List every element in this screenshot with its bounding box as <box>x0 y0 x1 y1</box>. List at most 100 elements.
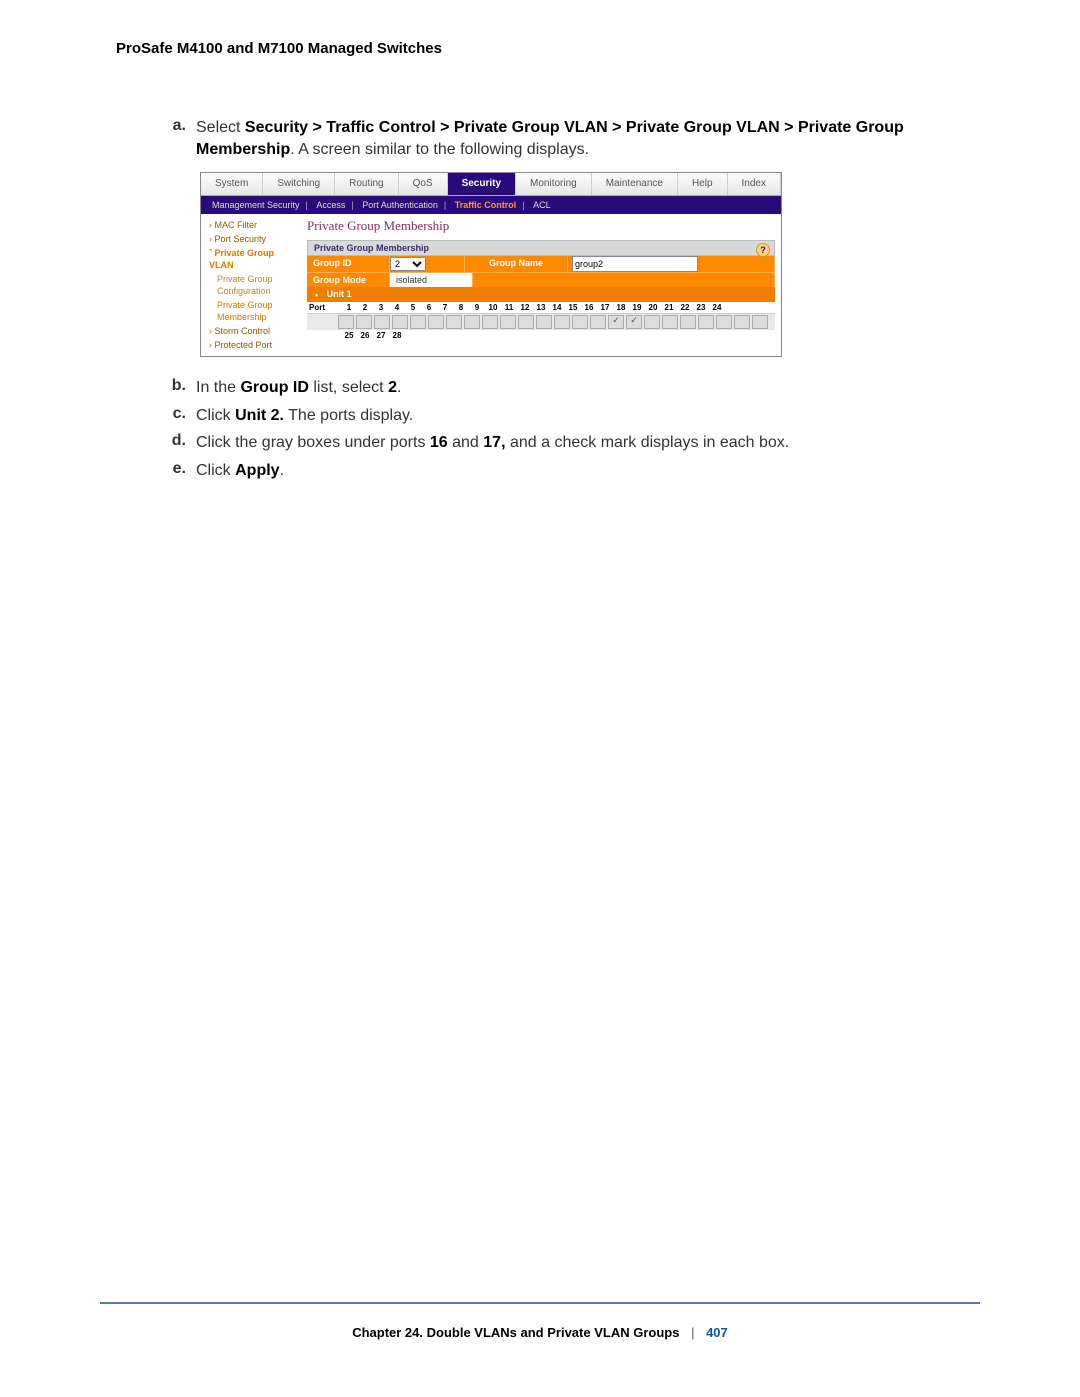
tab-index[interactable]: Index <box>728 173 781 195</box>
sidebar-item-stormcontrol[interactable]: Storm Control <box>201 324 301 338</box>
port-checkbox[interactable] <box>698 315 714 329</box>
port-number: 21 <box>661 302 677 313</box>
port-checkbox[interactable] <box>518 315 534 329</box>
port-checkbox[interactable] <box>680 315 696 329</box>
t: 16 <box>430 434 448 451</box>
step-b: b. In the Group ID list, select 2. <box>160 377 980 399</box>
port-numbers-row2: 25262728 <box>341 330 405 341</box>
t: 17, <box>483 434 505 451</box>
port-checkbox[interactable] <box>374 315 390 329</box>
step-letter: b. <box>160 377 196 399</box>
port-number: 28 <box>389 330 405 341</box>
port-number: 18 <box>613 302 629 313</box>
group-id-select[interactable]: 2 <box>390 257 426 271</box>
sidebar-item-pgmember[interactable]: Private Group Membership <box>201 298 301 324</box>
footer-chapter: Chapter 24. Double VLANs and Private VLA… <box>352 1325 679 1340</box>
port-checkbox[interactable] <box>716 315 732 329</box>
t: and <box>448 434 484 451</box>
port-numbers-row1: 123456789101112131415161718192021222324 <box>341 302 725 313</box>
subnav-portauth[interactable]: Port Authentication <box>362 200 438 210</box>
t: The ports display. <box>284 407 413 424</box>
port-checkbox[interactable] <box>500 315 516 329</box>
port-number: 6 <box>421 302 437 313</box>
t: list, select <box>309 379 388 396</box>
port-number: 5 <box>405 302 421 313</box>
unit-toggle-icon[interactable]: • <box>315 290 318 300</box>
tab-monitoring[interactable]: Monitoring <box>516 173 592 195</box>
port-checkbox[interactable] <box>464 315 480 329</box>
port-checkbox[interactable] <box>392 315 408 329</box>
sidebar: MAC Filter Port Security Private Group V… <box>201 214 301 356</box>
port-grid-row1 <box>307 313 775 330</box>
step-d: d. Click the gray boxes under ports 16 a… <box>160 432 980 454</box>
port-checkbox[interactable] <box>536 315 552 329</box>
sidebar-item-macfilter[interactable]: MAC Filter <box>201 218 301 232</box>
t: Apply <box>235 462 279 479</box>
subnav-mgmt[interactable]: Management Security <box>212 200 300 210</box>
port-boxes-row1 <box>337 314 769 330</box>
subnav-acl[interactable]: ACL <box>533 200 551 210</box>
port-checkbox[interactable] <box>608 315 624 329</box>
page-footer: Chapter 24. Double VLANs and Private VLA… <box>0 1325 1080 1340</box>
port-header-row1: Port 12345678910111213141516171819202122… <box>307 302 775 313</box>
t: Unit 2. <box>235 407 284 424</box>
sidebar-item-portsecurity[interactable]: Port Security <box>201 232 301 246</box>
group-id-label: Group ID <box>307 256 390 272</box>
port-checkbox[interactable] <box>626 315 642 329</box>
sidebar-item-pgconfig[interactable]: Private Group Configuration <box>201 272 301 298</box>
sep: | <box>351 200 353 210</box>
tab-qos[interactable]: QoS <box>399 173 448 195</box>
group-id-value-cell: 2 <box>390 256 465 272</box>
unit-row[interactable]: • Unit 1 <box>307 287 775 302</box>
t: Group ID <box>240 379 308 396</box>
group-id-row: Group ID 2 Group Name <box>307 256 775 272</box>
port-checkbox[interactable] <box>356 315 372 329</box>
port-checkbox[interactable] <box>590 315 606 329</box>
t: 2 <box>388 379 397 396</box>
port-number: 22 <box>677 302 693 313</box>
port-number: 11 <box>501 302 517 313</box>
port-checkbox[interactable] <box>446 315 462 329</box>
t: Select <box>196 119 245 136</box>
sidebar-item-pgvlan[interactable]: Private Group VLAN <box>201 246 301 272</box>
group-name-input[interactable] <box>572 256 698 272</box>
port-checkbox[interactable] <box>428 315 444 329</box>
port-checkbox[interactable] <box>410 315 426 329</box>
subnav-access[interactable]: Access <box>316 200 345 210</box>
sep: | <box>522 200 524 210</box>
port-checkbox[interactable] <box>662 315 678 329</box>
tab-maintenance[interactable]: Maintenance <box>592 173 678 195</box>
step-text: Click the gray boxes under ports 16 and … <box>196 432 980 454</box>
port-number: 9 <box>469 302 485 313</box>
step-letter: e. <box>160 460 196 482</box>
port-number: 14 <box>549 302 565 313</box>
port-number: 4 <box>389 302 405 313</box>
subnav-traffic[interactable]: Traffic Control <box>455 200 517 210</box>
port-checkbox[interactable] <box>752 315 768 329</box>
port-checkbox[interactable] <box>554 315 570 329</box>
port-checkbox[interactable] <box>338 315 354 329</box>
t: Click <box>196 462 235 479</box>
port-number: 8 <box>453 302 469 313</box>
step-text: In the Group ID list, select 2. <box>196 377 980 399</box>
port-checkbox[interactable] <box>734 315 750 329</box>
tab-routing[interactable]: Routing <box>335 173 398 195</box>
step-a: a. Select Security > Traffic Control > P… <box>160 117 980 160</box>
port-checkbox[interactable] <box>482 315 498 329</box>
subpanel-title: Private Group Membership <box>314 243 429 253</box>
step-text: Click Apply. <box>196 460 980 482</box>
footer-rule <box>100 1302 980 1304</box>
port-checkbox[interactable] <box>644 315 660 329</box>
sidebar-item-protectedport[interactable]: Protected Port <box>201 338 301 352</box>
t: . <box>280 462 284 479</box>
port-checkbox[interactable] <box>572 315 588 329</box>
tab-security[interactable]: Security <box>448 173 516 195</box>
step-e: e. Click Apply. <box>160 460 980 482</box>
group-mode-row: Group Mode isolated <box>307 272 775 287</box>
help-icon[interactable]: ? <box>756 243 770 257</box>
tab-system[interactable]: System <box>201 173 263 195</box>
step-text: Select Security > Traffic Control > Priv… <box>196 117 980 160</box>
tab-help[interactable]: Help <box>678 173 728 195</box>
tab-switching[interactable]: Switching <box>263 173 335 195</box>
port-number: 16 <box>581 302 597 313</box>
